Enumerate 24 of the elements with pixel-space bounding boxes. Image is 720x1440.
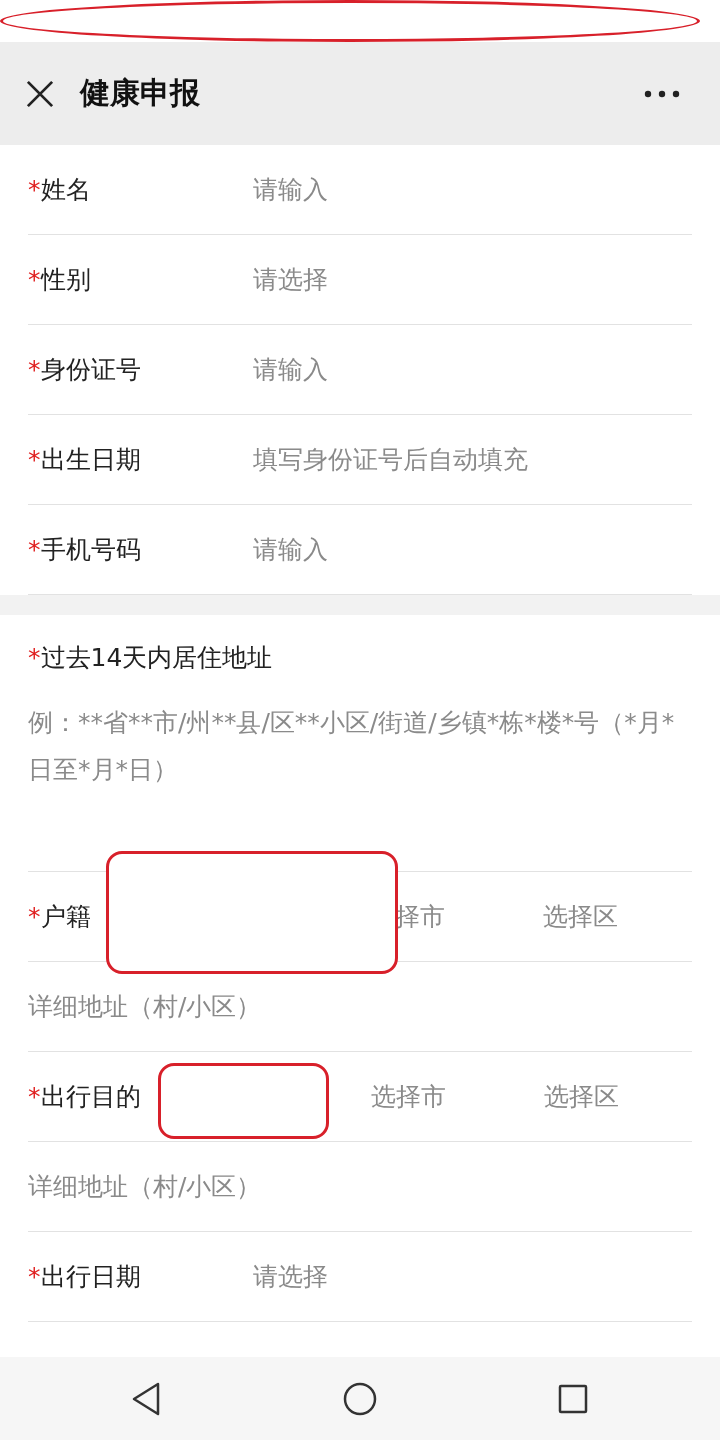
- field-label: *手机号码: [28, 534, 141, 566]
- input-field[interactable]: 请输入: [253, 173, 328, 206]
- address-input[interactable]: 详细地址（村/小区）: [28, 990, 262, 1023]
- field-label: *性别: [28, 264, 91, 296]
- section-title: *过去14天内居住地址: [28, 642, 274, 674]
- more-icon[interactable]: [644, 89, 680, 98]
- address-input[interactable]: 详细地址（村/小区）: [28, 1170, 262, 1203]
- input-field[interactable]: 请输入: [253, 533, 328, 566]
- district-select[interactable]: 选择区: [543, 900, 618, 933]
- input-field[interactable]: 填写身份证号后自动填充: [253, 443, 528, 476]
- field-label: *户籍: [28, 901, 91, 933]
- page-title: 健康申报: [80, 74, 201, 112]
- field-label: *出行目的: [28, 1081, 141, 1113]
- field-label: *出行日期: [28, 1261, 141, 1293]
- close-icon[interactable]: [26, 79, 54, 108]
- input-field[interactable]: 请选择: [253, 263, 328, 296]
- field-label: *姓名: [28, 174, 91, 206]
- input-field[interactable]: 请输入: [253, 353, 328, 386]
- district-select[interactable]: 选择区: [544, 1080, 619, 1113]
- field-label: *身份证号: [28, 354, 141, 386]
- city-select[interactable]: 选择市: [371, 1080, 446, 1113]
- field-label: *出生日期: [28, 444, 141, 476]
- city-select[interactable]: 择市: [395, 900, 445, 933]
- input-field[interactable]: 请选择: [253, 1260, 328, 1293]
